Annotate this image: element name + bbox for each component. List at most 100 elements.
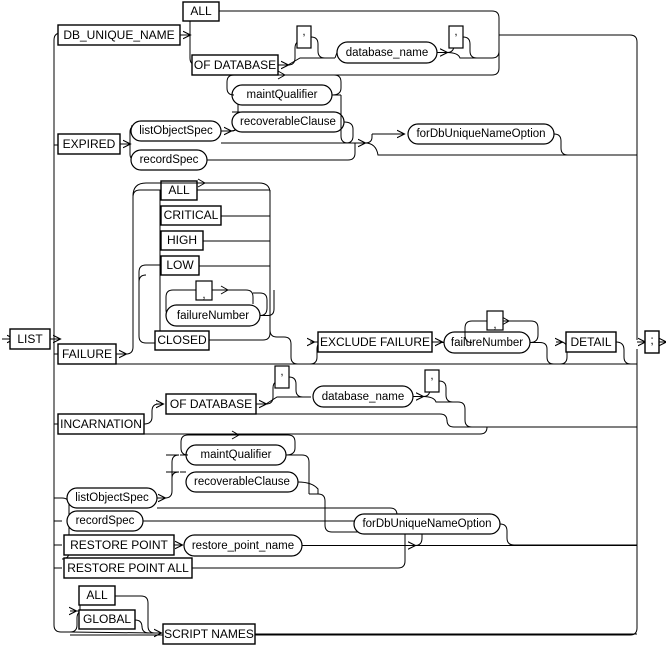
railroad-diagram-canvas: LIST DB_UNIQUE_NAME ALL OF DATABASE , da… (0, 0, 666, 647)
nonterminal-recoverable-clause-1: recoverableClause (231, 111, 345, 133)
comma-box-failnum-2: , (486, 310, 504, 331)
nonterminal-list-object-spec-1: listObjectSpec (130, 120, 222, 142)
keyword-expired-label: EXPIRED (63, 137, 116, 151)
quote-box-1-label: , (302, 26, 305, 38)
rail-fdu1-up (364, 134, 373, 144)
keyword-closed: CLOSED (154, 330, 210, 351)
keyword-restore-point-all: RESTORE POINT ALL (63, 557, 193, 579)
rail-rs2-bypass (143, 520, 391, 532)
rail-detail-out (615, 341, 637, 365)
comma-box-failnum-1: , (195, 280, 213, 301)
rail-quote2-down (462, 35, 500, 59)
keyword-closed-label: CLOSED (157, 333, 207, 347)
nonterminal-maint-qualifier-1: maintQualifier (231, 84, 333, 106)
quote-box-3: , (274, 365, 290, 389)
keyword-all-script: ALL (78, 585, 116, 606)
quote-box-2: , (448, 25, 464, 49)
rail-quote4-down (438, 380, 637, 428)
rail-incarn-bypass (144, 426, 637, 435)
keyword-restore-point-label: RESTORE POINT (70, 538, 168, 552)
nonterminal-maint-qualifier-1-label: maintQualifier (247, 89, 318, 101)
keyword-failure: FAILURE (57, 343, 117, 365)
keyword-low: LOW (160, 255, 200, 276)
nonterminal-list-object-spec-2: listObjectSpec (66, 487, 158, 509)
rail-rc2-exit (297, 481, 319, 494)
rail-failnum-left (138, 274, 155, 344)
nonterminal-recoverable-clause-2: recoverableClause (185, 471, 299, 493)
rail-quote4-bypass (422, 396, 458, 403)
keyword-restore-point-all-label: RESTORE POINT ALL (67, 561, 189, 575)
rail-branch-bottom (53, 624, 70, 633)
keyword-all-script-label: ALL (86, 588, 108, 602)
keyword-of-database-1-label: OF DATABASE (194, 58, 276, 72)
keyword-detail-label: DETAIL (570, 335, 611, 349)
syntax-diagram-svg: LIST DB_UNIQUE_NAME ALL OF DATABASE , da… (2, 1, 666, 645)
rail-failnum2-out (530, 342, 560, 365)
keyword-all-failure: ALL (160, 180, 198, 201)
quote-box-2-label: , (454, 26, 457, 38)
keyword-all-dbun: ALL (182, 1, 220, 22)
nonterminal-restore-point-name-label: restore_point_name (192, 540, 294, 552)
rail-allglobal-bypass (69, 631, 154, 634)
rail-fail-merge (290, 354, 310, 365)
keyword-incarnation-label: INCARNATION (60, 417, 142, 431)
rail-failnum-entry (138, 264, 160, 282)
keyword-high-label: HIGH (167, 233, 197, 247)
keyword-script-names-label: SCRIPT NAMES (164, 627, 254, 641)
nonterminal-database-name-1-label: database_name (346, 47, 428, 59)
nonterminal-failure-number-1: failureNumber (165, 304, 261, 327)
nonterminal-recoverable-clause-2-label: recoverableClause (194, 476, 290, 488)
rail-comma3-right (212, 289, 254, 304)
keyword-low-label: LOW (166, 258, 194, 272)
keyword-critical: CRITICAL (160, 205, 222, 226)
keyword-exclude-failure: EXCLUDE FAILURE (317, 331, 433, 353)
keyword-all-failure-label: ALL (168, 183, 190, 197)
quote-box-4: , (424, 369, 440, 393)
quote-box-4-label: , (430, 370, 433, 382)
keyword-of-database-1: OF DATABASE (191, 54, 279, 76)
rail-fdu1-out (553, 133, 637, 156)
nonterminal-record-spec-1: recordSpec (130, 149, 208, 171)
rail-fdu2-out (499, 523, 637, 546)
nonterminal-recoverable-clause-1-label: recoverableClause (240, 116, 336, 128)
rail-incarn-up (143, 403, 160, 425)
rail-rs1-merge (207, 143, 356, 161)
rail-fail-fan-up (125, 189, 160, 355)
nonterminal-failure-number-1-label: failureNumber (177, 310, 249, 322)
rail-quote3-down (288, 376, 311, 398)
nonterminal-record-spec-2-label: recordSpec (76, 515, 135, 527)
keyword-exclude-failure-label: EXCLUDE FAILURE (320, 335, 430, 349)
rail-dbname1-in (334, 52, 338, 59)
rail-dbun-to-right-rail (499, 34, 638, 330)
nonterminal-database-name-2: database_name (312, 385, 414, 408)
nonterminal-list-object-spec-1-label: listObjectSpec (139, 125, 213, 137)
keyword-of-database-2-label: OF DATABASE (170, 397, 252, 411)
comma-box-failnum-2-label: , (493, 319, 496, 331)
nonterminal-record-spec-2: recordSpec (66, 510, 144, 532)
keyword-critical-label: CRITICAL (164, 208, 219, 222)
rail-quote1-down (310, 36, 335, 59)
keyword-script-names: SCRIPT NAMES (162, 623, 256, 645)
keyword-global: GLOBAL (78, 609, 136, 630)
keyword-incarnation: INCARNATION (57, 413, 145, 435)
rail-fdu1-bypass (364, 142, 637, 156)
rail-ofdb2-bypass (256, 413, 637, 428)
nonterminal-restore-point-name: restore_point_name (183, 534, 303, 557)
keyword-list: LIST (9, 328, 51, 350)
keyword-all-dbun-label: ALL (190, 4, 212, 18)
rail-fail-group-down (269, 329, 292, 354)
comma-box-failnum-1-label: , (202, 289, 205, 301)
nonterminal-database-name-1: database_name (336, 41, 438, 64)
keyword-semicolon: ; (644, 330, 660, 354)
keyword-detail: DETAIL (565, 331, 617, 353)
nonterminal-list-object-spec-2-label: listObjectSpec (75, 492, 149, 504)
nonterminal-for-db-unique-name-option-2-label: forDbUniqueNameOption (362, 518, 491, 530)
keyword-restore-point: RESTORE POINT (63, 534, 175, 556)
keyword-high: HIGH (160, 230, 204, 251)
keyword-db-unique-name: DB_UNIQUE_NAME (57, 24, 181, 46)
nonterminal-failure-number-2: failureNumber (443, 331, 531, 354)
rail-mq2-stubs (180, 454, 186, 473)
quote-box-3-label: , (280, 366, 283, 378)
keyword-global-label: GLOBAL (83, 612, 131, 626)
keyword-list-label: LIST (17, 332, 43, 346)
